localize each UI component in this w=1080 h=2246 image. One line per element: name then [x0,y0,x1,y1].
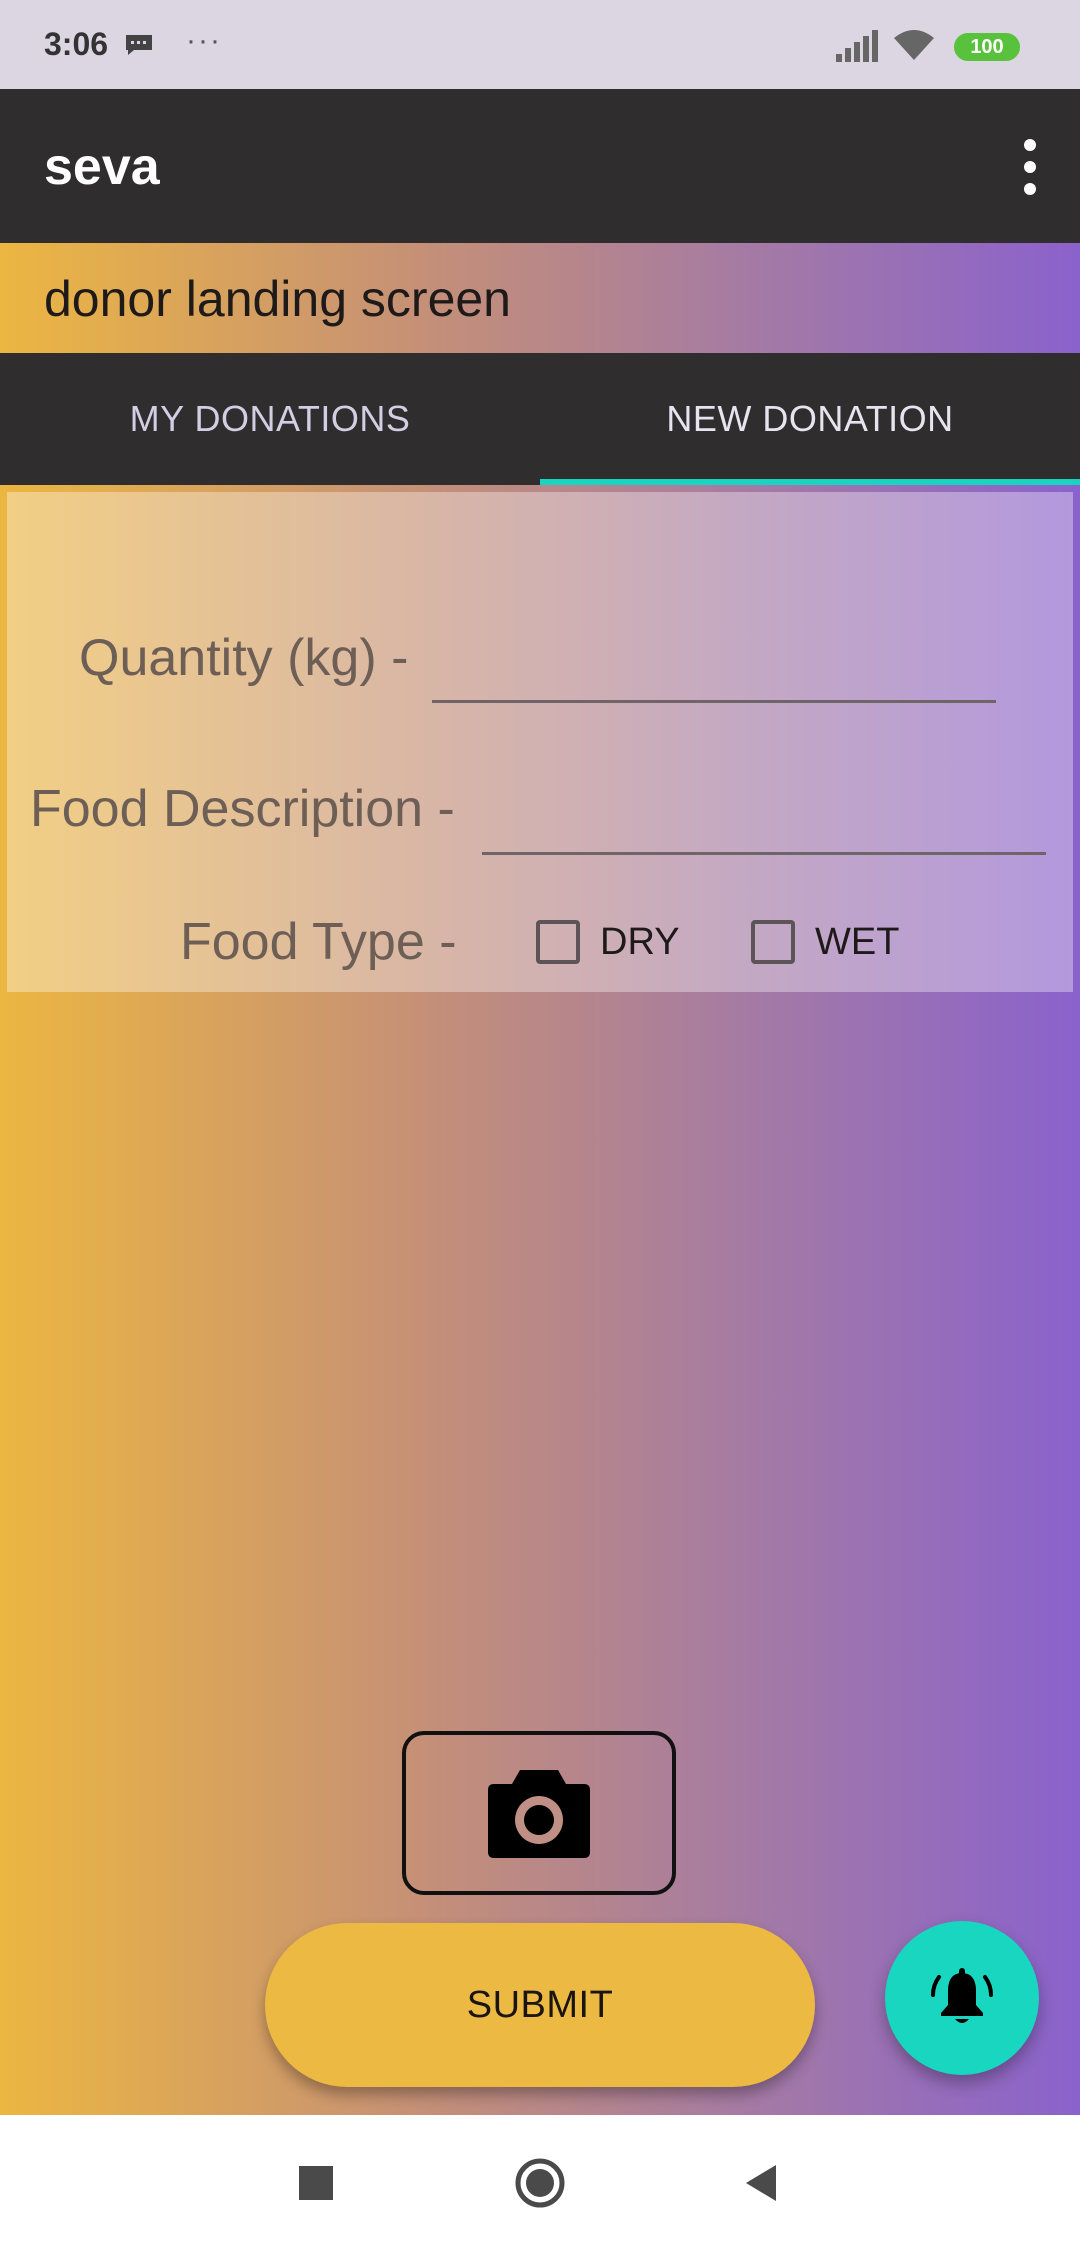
app-title: seva [44,138,160,196]
tab-my-donations[interactable]: MY DONATIONS [0,353,540,485]
battery-level: 100 [970,36,1004,58]
food-description-input[interactable] [482,794,1046,855]
wet-checkbox[interactable]: WET [751,920,899,964]
home-icon[interactable] [514,2157,566,2209]
app-bar: seva [0,89,1080,243]
quantity-input[interactable] [432,642,996,703]
camera-icon [488,1770,590,1858]
camera-button[interactable] [402,1731,676,1895]
wifi-icon [894,30,934,60]
bell-ringing-icon [931,1968,993,2023]
checkbox-box[interactable] [751,920,795,964]
food-description-label: Food Description - [30,780,455,838]
notify-fab[interactable] [885,1921,1039,2075]
status-overflow-dots: ··· [186,24,222,57]
screen-label: donor landing screen [44,271,511,327]
message-icon [126,35,152,55]
tab-bar: MY DONATIONS NEW DONATION [0,353,1080,485]
system-nav-bar [0,2115,1080,2246]
status-time: 3:06 [44,26,109,62]
wet-label: WET [815,920,900,963]
recents-icon[interactable] [299,2166,333,2200]
battery-icon: 100 [954,33,1020,61]
donation-form: Quantity (kg) - Food Description - Food … [7,492,1073,992]
more-vert-icon[interactable] [1010,137,1050,197]
tab-new-donation[interactable]: NEW DONATION [540,353,1080,485]
back-icon[interactable] [744,2163,778,2203]
checkbox-box[interactable] [536,920,580,964]
quantity-label: Quantity (kg) - [79,629,409,687]
signal-icon [836,30,878,62]
status-bar: 3:06 ··· 100 [0,0,1080,89]
dry-checkbox[interactable]: DRY [536,920,680,964]
dry-label: DRY [600,920,680,963]
submit-button[interactable]: SUBMIT [265,1923,815,2087]
tab-selected-indicator [540,479,1080,485]
food-type-label: Food Type - [180,913,457,971]
